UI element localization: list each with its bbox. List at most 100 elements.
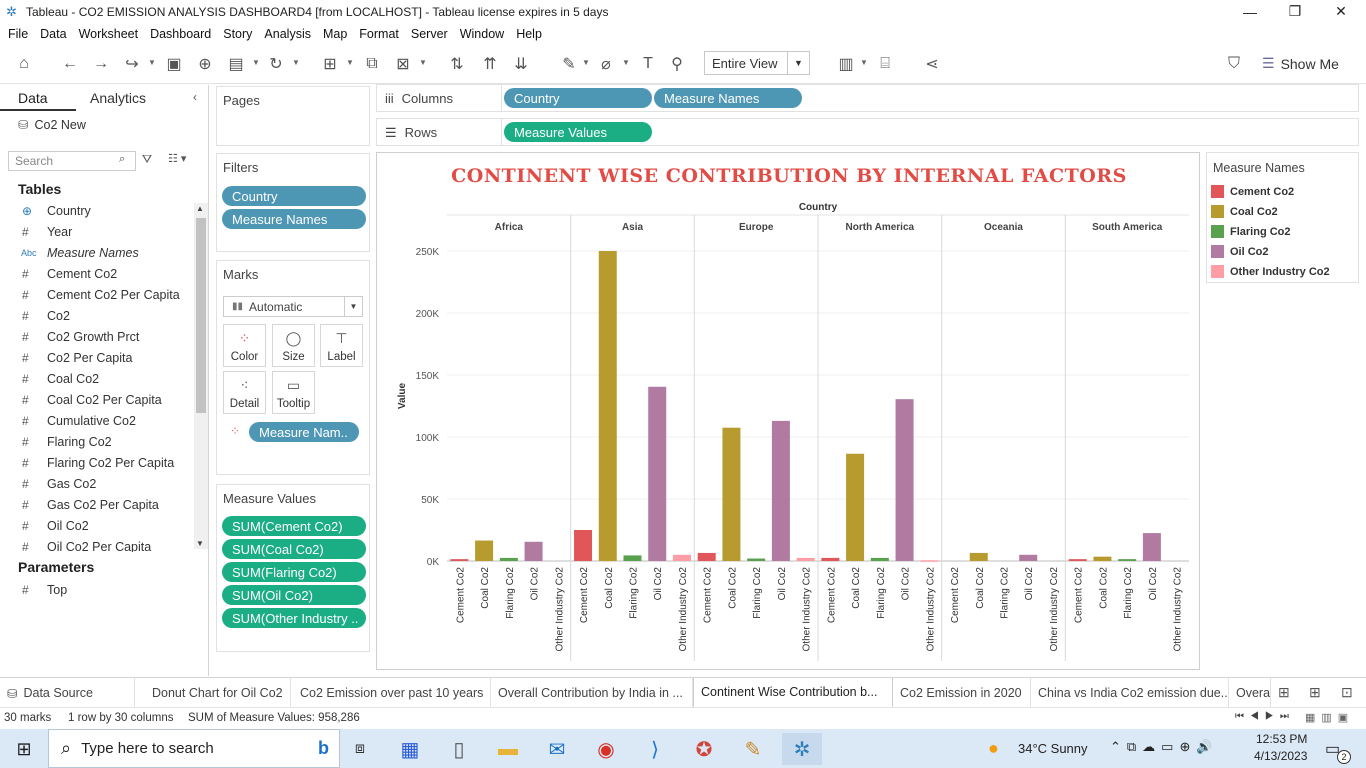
chrome-icon[interactable]: ◉ — [586, 733, 626, 765]
field-item[interactable]: # Cement Co2 — [0, 263, 190, 284]
legend-item[interactable]: Flaring Co2 — [1211, 225, 1291, 238]
tab-sheet[interactable]: China vs India Co2 emission due... — [1031, 678, 1229, 708]
document-icon[interactable]: ▯ — [439, 733, 479, 765]
tooltip-button[interactable]: ▭ Tooltip — [272, 371, 315, 414]
tableau-taskbar-icon[interactable]: ✲ — [782, 733, 822, 765]
detail-button[interactable]: ⁖ Detail — [223, 371, 266, 414]
clock-date[interactable]: 4/13/2023 — [1254, 749, 1307, 763]
sort-descending-icon[interactable]: ⇊ — [509, 52, 533, 76]
size-button[interactable]: ◯ Size — [272, 324, 315, 367]
vscode-icon[interactable]: ⟩ — [635, 733, 675, 765]
field-item[interactable]: # Year — [0, 221, 190, 242]
search-input[interactable]: Search — [8, 151, 136, 171]
restore-button[interactable]: ❐ — [1272, 0, 1318, 23]
minimize-button[interactable]: — — [1227, 0, 1273, 23]
chevron-down-icon[interactable]: ▼ — [419, 58, 427, 67]
columns-pill-country[interactable]: Country — [504, 88, 652, 108]
tab-sheet[interactable]: Co2 Emission over past 10 years — [293, 678, 491, 708]
chevron-down-icon[interactable]: ▼ — [622, 58, 630, 67]
taskbar-search[interactable]: ⌕ Type here to search b — [48, 729, 340, 768]
clock-time[interactable]: 12:53 PM — [1256, 732, 1307, 746]
mark-type-select[interactable]: ▮▮ Automatic ▼ — [223, 296, 363, 317]
tray-icons[interactable]: ⌃⧉☁▭⊕🔊 — [1110, 739, 1219, 755]
undo-icon[interactable]: ← — [58, 52, 82, 76]
menu-data[interactable]: Data — [36, 27, 74, 41]
format-painter-icon[interactable]: ⛉ — [1222, 52, 1246, 76]
pages-card[interactable]: Pages — [216, 86, 370, 146]
show-cards-icon[interactable]: ▥ — [834, 52, 858, 76]
clear-sheet-icon[interactable]: ⊠ — [391, 52, 415, 76]
color-button[interactable]: ⁘ Color — [223, 324, 266, 367]
scrollbar-thumb[interactable] — [196, 218, 206, 413]
datasource-item[interactable]: ⛁ Co2 New — [18, 117, 86, 133]
new-dashboard-icon[interactable]: ⊞ — [1309, 684, 1321, 701]
filter-icon[interactable]: ⛛ — [142, 152, 152, 167]
menu-format[interactable]: Format — [355, 27, 407, 41]
new-worksheet-icon[interactable]: ⊞ — [1278, 684, 1290, 701]
mv-pill-other-industry[interactable]: SUM(Other Industry .. — [222, 608, 366, 628]
chevron-down-icon[interactable]: ▼ — [292, 58, 300, 67]
menu-worksheet[interactable]: Worksheet — [75, 27, 147, 41]
chevron-down-icon[interactable]: ▼ — [582, 58, 590, 67]
chevron-down-icon[interactable]: ▼ — [252, 58, 260, 67]
columns-shelf[interactable]: iii Columns Country Measure Names — [376, 84, 1359, 112]
new-datasource-icon[interactable]: ⊕ — [193, 52, 217, 76]
tab-sheet[interactable]: Donut Chart for Oil Co2 — [145, 678, 291, 708]
legend-item[interactable]: Oil Co2 — [1211, 245, 1269, 258]
scroll-down-icon[interactable]: ▼ — [196, 539, 204, 548]
field-item[interactable]: # Gas Co2 Per Capita — [0, 494, 190, 515]
field-item[interactable]: # Coal Co2 — [0, 368, 190, 389]
new-story-icon[interactable]: ⊡ — [1341, 684, 1353, 701]
menu-server[interactable]: Server — [407, 27, 456, 41]
new-worksheet-icon[interactable]: ⊞ — [318, 52, 342, 76]
menu-map[interactable]: Map — [319, 27, 355, 41]
pause-updates-icon[interactable]: ▤ — [224, 52, 248, 76]
save-icon[interactable]: ▣ — [162, 52, 186, 76]
paint-icon[interactable]: ✎ — [733, 733, 773, 765]
parameter-item[interactable]: # Top — [0, 579, 190, 600]
mv-pill-flaring[interactable]: SUM(Flaring Co2) — [222, 562, 366, 582]
field-item[interactable]: # Co2 Growth Prct — [0, 326, 190, 347]
chevron-down-icon[interactable]: ▼ — [346, 58, 354, 67]
columns-pill-measure-names[interactable]: Measure Names — [654, 88, 802, 108]
menu-story[interactable]: Story — [219, 27, 260, 41]
swap-icon[interactable]: ⇅ — [445, 52, 469, 76]
presentation-icon[interactable]: ⌸ — [873, 52, 897, 76]
mv-pill-coal[interactable]: SUM(Coal Co2) — [222, 539, 366, 559]
field-item[interactable]: # Oil Co2 — [0, 515, 190, 536]
pin-icon[interactable]: ⚲ — [665, 52, 689, 76]
field-item[interactable]: # Co2 Per Capita — [0, 347, 190, 368]
refresh-icon[interactable]: ↻ — [264, 52, 288, 76]
tab-data[interactable]: Data — [18, 90, 48, 106]
chevron-down-icon[interactable]: ▼ — [148, 58, 156, 67]
filter-pill-country[interactable]: Country — [222, 186, 366, 206]
label-button[interactable]: ⊤ Label — [320, 324, 363, 367]
redo-icon[interactable]: → — [89, 52, 113, 76]
view-options-icon[interactable]: ☷ ▾ — [168, 152, 186, 165]
tab-data-source[interactable]: ⛁ Data Source — [0, 678, 135, 708]
store-icon[interactable]: ▦ — [390, 733, 430, 765]
tab-sheet[interactable]: Co2 Emission in 2020 — [893, 678, 1031, 708]
rows-pill-measure-values[interactable]: Measure Values — [504, 122, 652, 142]
view-mode-icons[interactable]: ▦▥▣ — [1305, 711, 1354, 724]
sheet-navigation-icons[interactable]: ⏮◀▶⏭ — [1235, 711, 1295, 722]
task-view-icon[interactable]: ⧈ — [340, 733, 380, 765]
legend-item[interactable]: Coal Co2 — [1211, 205, 1278, 218]
fit-select[interactable]: Entire View ▼ — [704, 51, 810, 75]
sort-ascending-icon[interactable]: ⇈ — [478, 52, 502, 76]
field-item[interactable]: # Co2 — [0, 305, 190, 326]
field-item[interactable]: # Flaring Co2 — [0, 431, 190, 452]
replay-icon[interactable]: ↪ — [120, 52, 144, 76]
mail-icon[interactable]: ✉ — [537, 733, 577, 765]
mv-pill-oil[interactable]: SUM(Oil Co2) — [222, 585, 366, 605]
menu-analysis[interactable]: Analysis — [260, 27, 319, 41]
scroll-up-icon[interactable]: ▲ — [196, 204, 204, 213]
share-icon[interactable]: ⋖ — [920, 52, 944, 76]
field-item[interactable]: # Cement Co2 Per Capita — [0, 284, 190, 305]
duplicate-icon[interactable]: ⧉ — [360, 52, 384, 76]
filter-pill-measure-names[interactable]: Measure Names — [222, 209, 366, 229]
tab-sheet-active[interactable]: Continent Wise Contribution b... — [693, 678, 893, 708]
close-button[interactable]: ✕ — [1318, 0, 1364, 23]
color-pill-measure-names[interactable]: Measure Nam.. — [249, 422, 359, 442]
group-icon[interactable]: ⌀ — [594, 52, 618, 76]
